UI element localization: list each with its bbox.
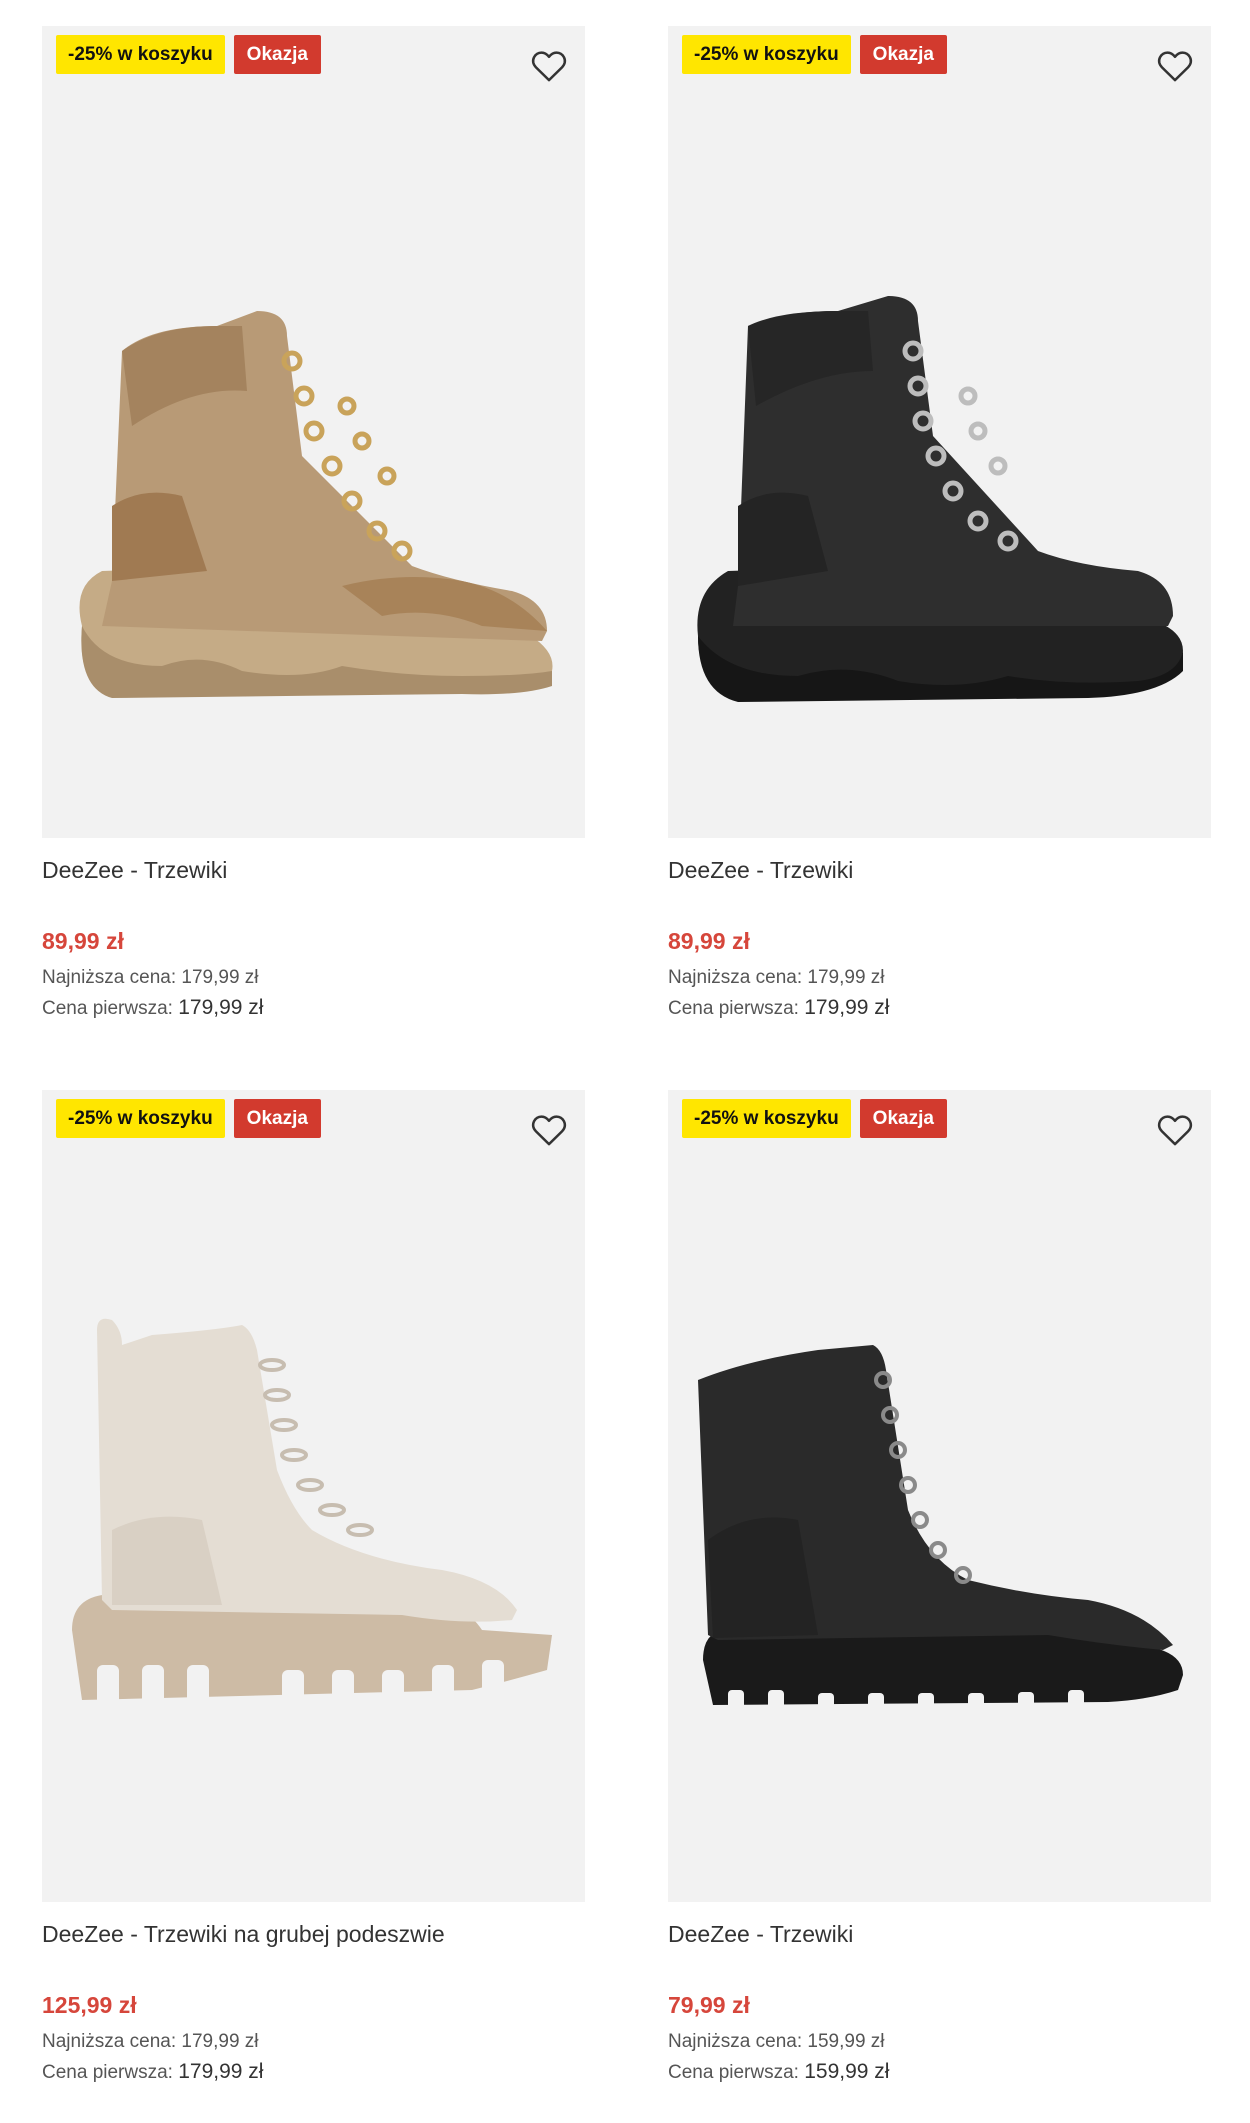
product-name[interactable]: DeeZee - Trzewiki bbox=[42, 854, 585, 886]
hiking-boot-tan-image bbox=[79, 311, 553, 698]
heart-outline-icon bbox=[1157, 1115, 1193, 1146]
first-price-value: 179,99 zł bbox=[178, 996, 264, 1019]
discount-badge: -25% w koszyku bbox=[56, 1099, 225, 1138]
product-card[interactable]: -25% w koszyku Okazja DeeZee - Trzewiki … bbox=[668, 26, 1211, 1024]
deal-badge: Okazja bbox=[233, 1099, 321, 1138]
first-price-label: Cena pierwsza: bbox=[42, 2062, 173, 2083]
deal-badge: Okazja bbox=[859, 35, 947, 74]
lowest-price-label: Najniższa cena: bbox=[42, 967, 177, 988]
favorite-button[interactable] bbox=[1155, 46, 1195, 86]
first-price-row: Cena pierwsza: 179,99 zł bbox=[668, 993, 1211, 1024]
product-card[interactable]: -25% w koszyku Okazja DeeZee - Trzewiki … bbox=[42, 1090, 585, 2088]
product-price: 89,99 zł bbox=[42, 928, 124, 954]
first-price-value: 159,99 zł bbox=[804, 2060, 890, 2083]
chunky-boot-cream-image bbox=[72, 1318, 552, 1710]
deal-badge: Okazja bbox=[859, 1099, 947, 1138]
product-name[interactable]: DeeZee - Trzewiki bbox=[668, 1918, 1211, 1950]
discount-badge: -25% w koszyku bbox=[682, 1099, 851, 1138]
product-image[interactable]: -25% w koszyku Okazja bbox=[42, 1090, 585, 1902]
lowest-price-row: Najniższa cena: 179,99 zł bbox=[42, 963, 585, 993]
product-name[interactable]: DeeZee - Trzewiki bbox=[668, 854, 1211, 886]
first-price-row: Cena pierwsza: 179,99 zł bbox=[42, 993, 585, 1024]
favorite-button[interactable] bbox=[529, 46, 569, 86]
first-price-row: Cena pierwsza: 159,99 zł bbox=[668, 2057, 1211, 2088]
heart-outline-icon bbox=[531, 1115, 567, 1146]
badge-group: -25% w koszyku Okazja bbox=[56, 1099, 321, 1138]
product-card[interactable]: -25% w koszyku Okazja DeeZee - Trzewiki … bbox=[42, 26, 585, 1024]
lowest-price-label: Najniższa cena: bbox=[42, 2031, 177, 2052]
badge-group: -25% w koszyku Okazja bbox=[682, 1099, 947, 1138]
product-price: 125,99 zł bbox=[42, 1992, 137, 2018]
first-price-label: Cena pierwsza: bbox=[668, 2062, 799, 2083]
first-price-value: 179,99 zł bbox=[804, 996, 890, 1019]
lowest-price-value: 179,99 zł bbox=[807, 967, 885, 988]
product-price: 79,99 zł bbox=[668, 1992, 750, 2018]
combat-boot-black-image bbox=[698, 1345, 1183, 1715]
product-card[interactable]: -25% w koszyku Okazja DeeZee - Trzewiki … bbox=[668, 1090, 1211, 2088]
lowest-price-row: Najniższa cena: 179,99 zł bbox=[42, 2027, 585, 2057]
lowest-price-row: Najniższa cena: 159,99 zł bbox=[668, 2027, 1211, 2057]
first-price-value: 179,99 zł bbox=[178, 2060, 264, 2083]
first-price-row: Cena pierwsza: 179,99 zł bbox=[42, 2057, 585, 2088]
favorite-button[interactable] bbox=[1155, 1110, 1195, 1150]
lowest-price-label: Najniższa cena: bbox=[668, 2031, 803, 2052]
lowest-price-value: 179,99 zł bbox=[181, 967, 259, 988]
lowest-price-row: Najniższa cena: 179,99 zł bbox=[668, 963, 1211, 993]
lowest-price-value: 179,99 zł bbox=[181, 2031, 259, 2052]
badge-group: -25% w koszyku Okazja bbox=[56, 35, 321, 74]
deal-badge: Okazja bbox=[233, 35, 321, 74]
product-name[interactable]: DeeZee - Trzewiki na grubej podeszwie bbox=[42, 1918, 585, 1950]
first-price-label: Cena pierwsza: bbox=[668, 998, 799, 1019]
badge-group: -25% w koszyku Okazja bbox=[682, 35, 947, 74]
discount-badge: -25% w koszyku bbox=[56, 35, 225, 74]
product-price: 89,99 zł bbox=[668, 928, 750, 954]
lowest-price-value: 159,99 zł bbox=[807, 2031, 885, 2052]
product-image[interactable]: -25% w koszyku Okazja bbox=[668, 1090, 1211, 1902]
hiking-boot-black-image bbox=[697, 296, 1183, 702]
favorite-button[interactable] bbox=[529, 1110, 569, 1150]
heart-outline-icon bbox=[1157, 51, 1193, 82]
first-price-label: Cena pierwsza: bbox=[42, 998, 173, 1019]
heart-outline-icon bbox=[531, 51, 567, 82]
lowest-price-label: Najniższa cena: bbox=[668, 967, 803, 988]
discount-badge: -25% w koszyku bbox=[682, 35, 851, 74]
product-grid: -25% w koszyku Okazja DeeZee - Trzewiki … bbox=[0, 0, 1250, 2123]
product-image[interactable]: -25% w koszyku Okazja bbox=[668, 26, 1211, 838]
product-image[interactable]: -25% w koszyku Okazja bbox=[42, 26, 585, 838]
